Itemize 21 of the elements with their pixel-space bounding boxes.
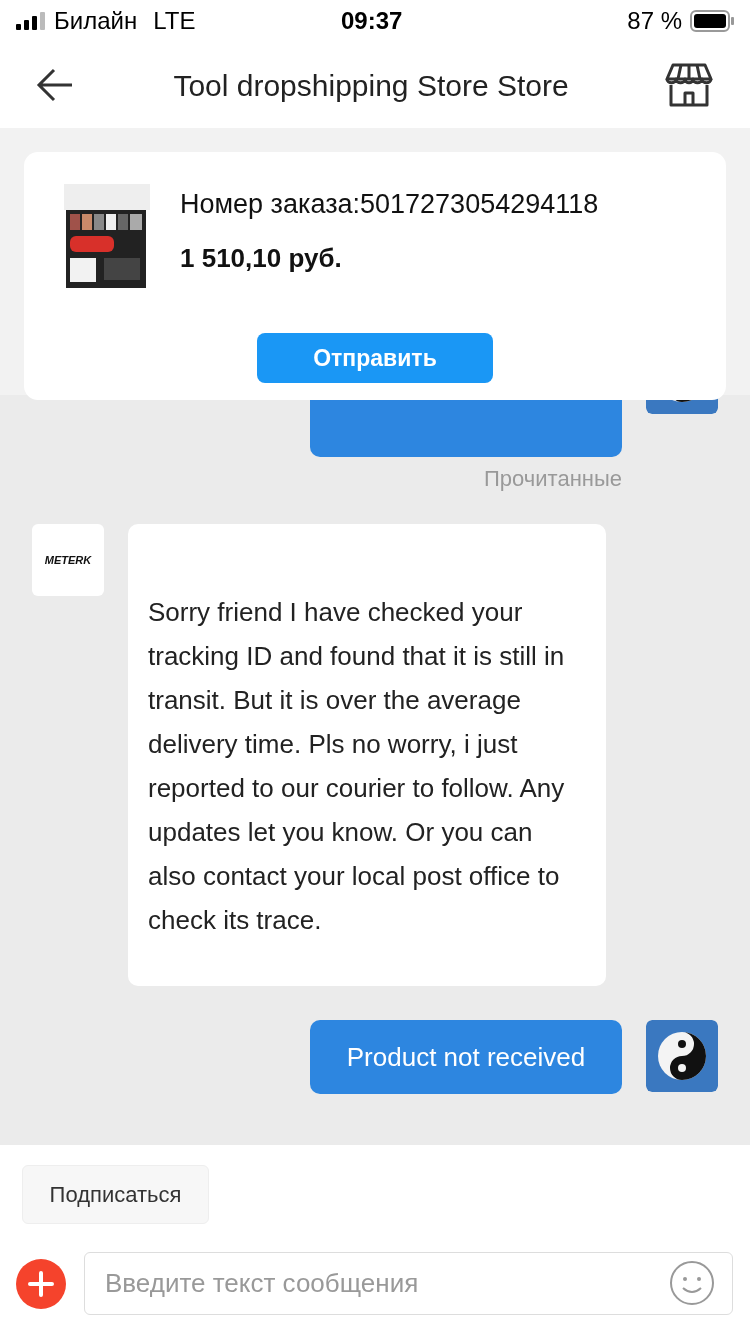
order-price: 1 510,10 руб.	[180, 241, 343, 275]
subscribe-button[interactable]: Подписаться	[22, 1165, 209, 1224]
read-status: Прочитанные	[484, 465, 622, 492]
message-text: Product not received	[346, 1040, 586, 1074]
yin-yang-avatar-icon	[646, 1020, 718, 1092]
message-text: Sorry friend I have checked your tracking ID and found that it is still in transit. But it is over the average delivery time. Pls no worry, i just reported to our courier to follow. Any updates let you know. Or you can also contact your local post office to check its trace.	[148, 596, 566, 937]
store-icon	[665, 61, 713, 109]
add-button[interactable]	[16, 1258, 66, 1309]
store-avatar: METERK	[32, 524, 104, 596]
network-type: LTE	[153, 6, 196, 36]
message-input-field[interactable]: Введите текст сообщения	[84, 1252, 733, 1315]
battery-icon	[690, 10, 734, 32]
back-arrow-icon	[36, 68, 74, 102]
clock: 09:37	[341, 6, 403, 36]
chat-title: Tool dropshipping Store Store	[173, 67, 569, 104]
plus-icon	[28, 1270, 54, 1297]
order-number: Номер заказа:5017273054294118	[180, 188, 599, 221]
battery-percent: 87 %	[627, 6, 682, 36]
carrier-name: Билайн	[54, 6, 138, 36]
emoji-icon	[669, 1260, 715, 1306]
signal-icon	[16, 12, 46, 30]
